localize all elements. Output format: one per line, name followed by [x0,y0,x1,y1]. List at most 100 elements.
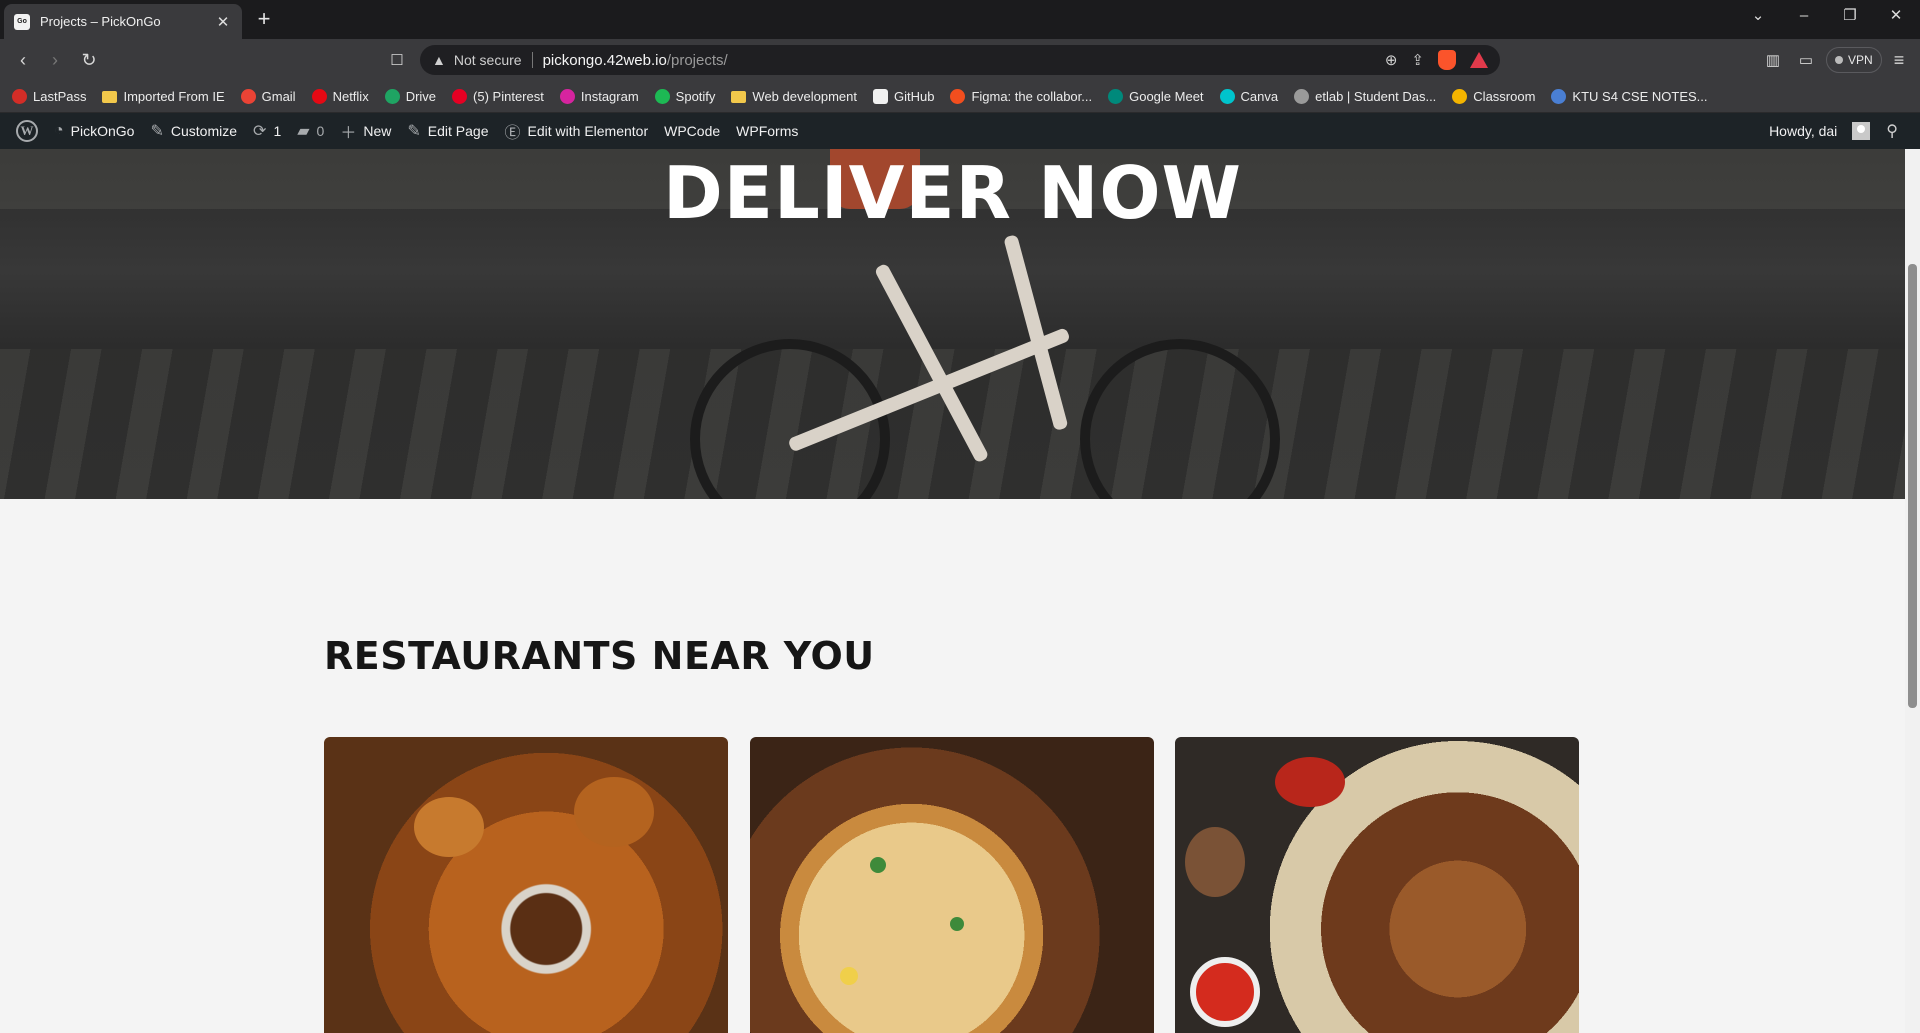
wallet-icon[interactable]: ▭ [1793,47,1819,73]
wpcode-link[interactable]: WPCode [656,113,728,149]
bookmark-item[interactable]: Drive [384,89,436,104]
share-icon[interactable]: ⇪ [1411,51,1424,69]
bookmark-item[interactable]: KTU S4 CSE NOTES... [1551,89,1708,104]
bookmark-label: Canva [1240,89,1279,104]
url-path: /projects/ [666,51,728,69]
bookmark-label: Figma: the collabor... [971,89,1093,104]
bookmarks-bar: LastPass Imported From IE Gmail Netflix Driv… [0,81,1920,113]
customize-link[interactable]: ✎ Customize [142,113,245,149]
hero-title: DELIVER NOW [663,151,1242,235]
ktu-icon [1551,89,1567,104]
comments-link[interactable]: ▰ 0 [289,113,332,149]
elementor-link[interactable]: Ⓔ Edit with Elementor [497,113,657,149]
new-label: New [363,123,392,139]
site-name-link[interactable]: ◔ PickOnGo [46,113,142,149]
customize-label: Customize [170,123,238,139]
bookmark-item[interactable]: Imported From IE [102,89,225,104]
bookmark-label: Web development [752,89,857,104]
bookmark-label: Spotify [675,89,716,104]
minimize-icon[interactable]: – [1782,0,1826,30]
admin-search-icon[interactable]: ⚲ [1878,113,1906,149]
bookmark-label: KTU S4 CSE NOTES... [1572,89,1708,104]
classroom-icon [1452,89,1468,104]
restaurant-card-pizza[interactable] [750,737,1154,1033]
navigation-bar: ‹ › ↻ ☐ ▲ Not secure pickongo.42web.io /… [0,39,1920,81]
figma-icon [950,89,966,104]
wordpress-icon: W [16,120,38,142]
reload-icon[interactable]: ↻ [76,47,102,73]
admin-bar-secondary: Howdy, dai ⚲ [1761,113,1920,149]
account-menu[interactable]: Howdy, dai [1761,113,1878,149]
bookmark-label: (5) Pinterest [473,89,544,104]
bookmark-item[interactable]: Instagram [559,89,639,104]
section-title: RESTAURANTS NEAR YOU [324,634,875,678]
instagram-icon [559,89,575,104]
tab-search-chevron-icon[interactable]: ⌄ [1736,0,1780,30]
wp-logo-button[interactable]: W [8,113,46,149]
vpn-status-icon [1835,56,1843,64]
bookmark-item[interactable]: Netflix [311,89,369,104]
sidebar-icon[interactable]: ▥ [1760,47,1786,73]
bookmark-icon[interactable]: ☐ [384,47,410,73]
bookmark-label: Gmail [261,89,296,104]
drive-icon [384,89,400,104]
bread-image [1185,827,1245,897]
address-bar[interactable]: ▲ Not secure pickongo.42web.io /projects… [420,45,1500,75]
bookmark-item[interactable]: Figma: the collabor... [950,89,1092,104]
updates-link[interactable]: ⟳ 1 [245,113,289,149]
bookmark-label: LastPass [33,89,87,104]
bookmark-label: etlab | Student Das... [1315,89,1437,104]
updates-icon: ⟳ [253,123,267,140]
page-scrollbar-thumb[interactable] [1908,264,1917,708]
gmail-icon [240,89,256,104]
browser-tab-active[interactable]: Go Projects – PickOnGo ✕ [4,4,242,39]
restore-icon[interactable]: ❐ [1828,0,1872,30]
wp-admin-bar: W ◔ PickOnGo ✎ Customize ⟳ 1 ▰ 0 ＋ New ✎… [0,113,1920,149]
pizza-topping-image [870,857,886,873]
updates-count: 1 [273,123,282,139]
folder-icon [731,90,747,103]
bookmark-label: Netflix [332,89,369,104]
avatar [1852,122,1871,140]
grilled-pepper-image [1275,757,1345,807]
edit-page-link[interactable]: ✎ Edit Page [399,113,496,149]
site-name: PickOnGo [70,123,135,139]
bookmark-item[interactable]: Web development [731,89,857,104]
forward-icon[interactable]: › [42,47,68,73]
page-viewport: DELIVER NOW RESTAURANTS NEAR YOU [0,149,1905,1033]
address-bar-actions: ⊕ ⇪ [1385,50,1488,70]
wpforms-label: WPForms [736,123,799,139]
new-tab-icon[interactable]: + [250,6,278,34]
url-host: pickongo.42web.io [542,51,667,69]
bookmark-item[interactable]: Spotify [654,89,716,104]
zoom-icon[interactable]: ⊕ [1385,51,1398,69]
restaurant-card-kebab[interactable] [1175,737,1579,1033]
close-tab-icon[interactable]: ✕ [214,13,232,31]
bookmark-item[interactable]: (5) Pinterest [452,89,544,104]
vpn-button[interactable]: VPN [1826,47,1882,73]
bookmark-item[interactable]: Gmail [240,89,296,104]
divider [531,52,533,68]
brave-rewards-icon[interactable] [1470,52,1488,68]
brave-shields-icon[interactable] [1438,50,1456,70]
menu-icon[interactable]: ≡ [1886,47,1912,73]
restaurant-card-fried-chicken[interactable] [324,737,728,1033]
bookmark-item[interactable]: Google Meet [1108,89,1204,104]
bookmark-label: Google Meet [1129,89,1204,104]
fried-chicken-image [414,797,484,857]
back-icon[interactable]: ‹ [10,47,36,73]
bookmark-item[interactable]: etlab | Student Das... [1294,89,1436,104]
bookmark-item[interactable]: LastPass [12,89,86,104]
wpforms-link[interactable]: WPForms [728,113,806,149]
brush-icon: ✎ [150,123,164,140]
fried-chicken-image [574,777,654,847]
hero-banner: DELIVER NOW [0,149,1905,499]
lastpass-icon [12,89,27,104]
edit-page-label: Edit Page [427,123,489,139]
bookmark-item[interactable]: Classroom [1452,89,1535,104]
close-window-icon[interactable]: ✕ [1874,0,1918,30]
pinterest-icon [452,89,468,104]
new-content-link[interactable]: ＋ New [332,113,399,149]
bookmark-item[interactable]: GitHub [872,89,934,104]
bookmark-item[interactable]: Canva [1219,89,1279,104]
